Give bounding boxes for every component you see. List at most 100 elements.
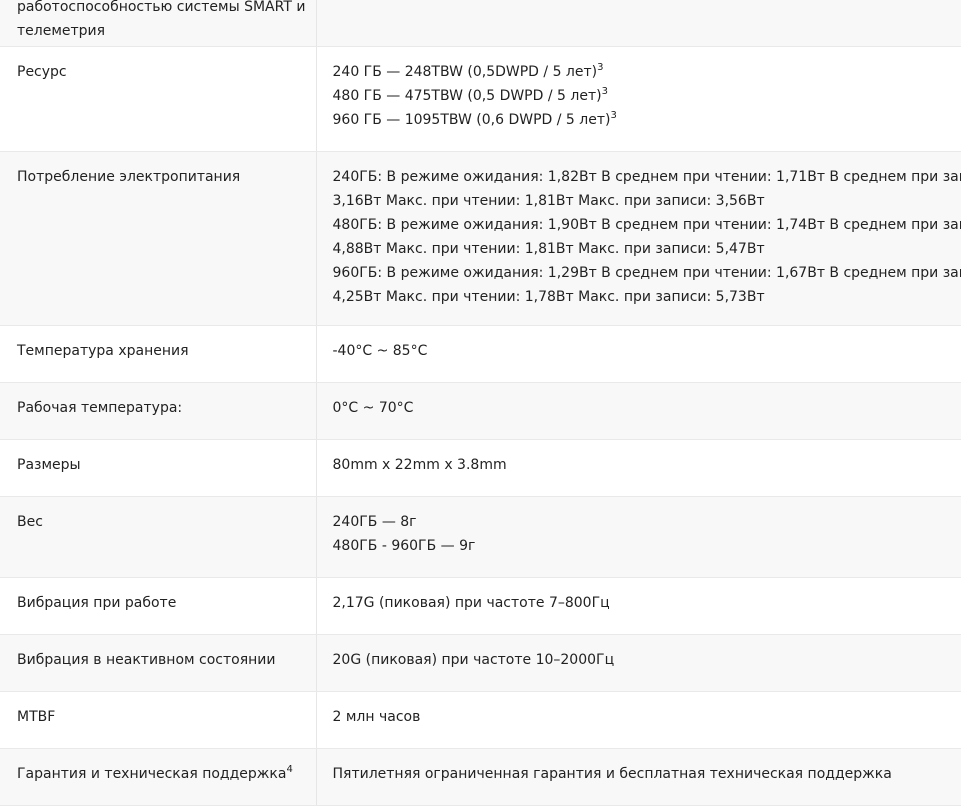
spec-label-text: Гарантия и техническая поддержка bbox=[17, 766, 286, 782]
spec-label-text: Вес bbox=[17, 514, 43, 530]
spec-value-text: 240ГБ: В режиме ожидания: 1,82Вт В средн… bbox=[333, 169, 961, 185]
spec-row: Вибрация при работе 2,17G (пиковая) при ч… bbox=[0, 578, 961, 635]
spec-value-line: -40°C ~ 85°C bbox=[333, 339, 952, 363]
spec-value-text: Пятилетняя ограниченная гарантия и беспл… bbox=[333, 766, 892, 782]
spec-value-line: 4,88Вт Макс. при чтении: 1,81Вт Макс. пр… bbox=[333, 237, 952, 261]
spec-value-line: 240ГБ — 8г bbox=[333, 510, 952, 534]
spec-label-cell: Потребление электропитания bbox=[0, 152, 316, 326]
spec-table-body: работоспособностью системы SMART ителеме… bbox=[0, 0, 961, 806]
spec-value-line: 480ГБ: В режиме ожидания: 1,90Вт В средн… bbox=[333, 213, 952, 237]
spec-label-cell: Ресурс bbox=[0, 47, 316, 152]
spec-label: Ресурс bbox=[17, 60, 316, 84]
spec-value-wrap: 240ГБ: В режиме ожидания: 1,82Вт В средн… bbox=[333, 165, 952, 309]
spec-label-text: Вибрация в неактивном состоянии bbox=[17, 652, 276, 668]
spec-label-wrap: Температура хранения bbox=[17, 339, 316, 363]
spec-value-line: 480 ГБ — 475TBW (0,5 DWPD / 5 лет)3 bbox=[333, 84, 952, 108]
spec-value-text: 2 млн часов bbox=[333, 709, 421, 725]
spec-label-line: работоспособностью системы SMART и bbox=[17, 0, 316, 19]
spec-row: Ресурс240 ГБ — 248TBW (0,5DWPD / 5 лет)3… bbox=[0, 47, 961, 152]
spec-value-text: 3,16Вт Макс. при чтении: 1,81Вт Макс. пр… bbox=[333, 193, 765, 209]
spec-label-cell: Рабочая температура: bbox=[0, 383, 316, 440]
spec-value-text: 20G (пиковая) при частоте 10–2000Гц bbox=[333, 652, 615, 668]
spec-value-text: 240 ГБ — 248TBW (0,5DWPD / 5 лет) bbox=[333, 64, 598, 80]
spec-value-cell bbox=[316, 0, 961, 47]
footnote-marker[interactable]: 4 bbox=[286, 764, 292, 775]
spec-label-cell: Вибрация при работе bbox=[0, 578, 316, 635]
spec-label: Вибрация при работе bbox=[17, 591, 316, 615]
spec-label-cell: Гарантия и техническая поддержка4 bbox=[0, 749, 316, 806]
spec-value-text: 480ГБ - 960ГБ — 9г bbox=[333, 538, 476, 554]
spec-table: работоспособностью системы SMART ителеме… bbox=[0, 0, 961, 806]
spec-value-cell: 240ГБ: В режиме ожидания: 1,82Вт В средн… bbox=[316, 152, 961, 326]
spec-label-cell: Температура хранения bbox=[0, 326, 316, 383]
spec-label-cell: Вес bbox=[0, 497, 316, 578]
spec-label-wrap: Вибрация при работе bbox=[17, 591, 316, 615]
spec-value-text: 4,88Вт Макс. при чтении: 1,81Вт Макс. пр… bbox=[333, 241, 765, 257]
spec-value-wrap: 2 млн часов bbox=[333, 705, 952, 729]
spec-label: Вибрация в неактивном состоянии bbox=[17, 648, 316, 672]
spec-label: Рабочая температура: bbox=[17, 396, 316, 420]
spec-value-text: 2,17G (пиковая) при частоте 7–800Гц bbox=[333, 595, 610, 611]
spec-row: Вибрация в неактивном состоянии 20G (пико… bbox=[0, 635, 961, 692]
footnote-marker[interactable]: 3 bbox=[597, 62, 603, 73]
spec-label-text: Рабочая температура: bbox=[17, 400, 182, 416]
spec-row: Размеры 80mm x 22mm x 3.8mm bbox=[0, 440, 961, 497]
spec-value-cell: 80mm x 22mm x 3.8mm bbox=[316, 440, 961, 497]
spec-label-text: Температура хранения bbox=[17, 343, 189, 359]
spec-label: Вес bbox=[17, 510, 316, 534]
spec-label-text: Вибрация при работе bbox=[17, 595, 176, 611]
spec-value-cell: 2 млн часов bbox=[316, 692, 961, 749]
spec-value-wrap: 2,17G (пиковая) при частоте 7–800Гц bbox=[333, 591, 952, 615]
spec-value-line: 4,25Вт Макс. при чтении: 1,78Вт Макс. пр… bbox=[333, 285, 952, 309]
spec-label-wrap: Размеры bbox=[17, 453, 316, 477]
spec-value-wrap: 0°C ~ 70°C bbox=[333, 396, 952, 420]
spec-value-cell: 2,17G (пиковая) при частоте 7–800Гц bbox=[316, 578, 961, 635]
spec-value-cell: Пятилетняя ограниченная гарантия и беспл… bbox=[316, 749, 961, 806]
spec-value-cell: 20G (пиковая) при частоте 10–2000Гц bbox=[316, 635, 961, 692]
spec-value-line: 960 ГБ — 1095TBW (0,6 DWPD / 5 лет)3 bbox=[333, 108, 952, 132]
spec-row: Гарантия и техническая поддержка4 Пятилет… bbox=[0, 749, 961, 806]
spec-value-cell: 240 ГБ — 248TBW (0,5DWPD / 5 лет)3480 ГБ… bbox=[316, 47, 961, 152]
spec-value-line: 3,16Вт Макс. при чтении: 1,81Вт Макс. пр… bbox=[333, 189, 952, 213]
spec-label-wrap: Вибрация в неактивном состоянии bbox=[17, 648, 316, 672]
spec-value-line: 240ГБ: В режиме ожидания: 1,82Вт В средн… bbox=[333, 165, 952, 189]
spec-label-cell: Размеры bbox=[0, 440, 316, 497]
spec-value-line: 2,17G (пиковая) при частоте 7–800Гц bbox=[333, 591, 952, 615]
footnote-marker[interactable]: 3 bbox=[610, 110, 616, 121]
spec-label-wrap: MTBF bbox=[17, 705, 316, 729]
spec-row: MTBF 2 млн часов bbox=[0, 692, 961, 749]
spec-value-wrap: 240ГБ — 8г 480ГБ - 960ГБ — 9г bbox=[333, 510, 952, 558]
spec-row: Потребление электропитания 240ГБ: В режим… bbox=[0, 152, 961, 326]
footnote-marker[interactable]: 3 bbox=[602, 86, 608, 97]
spec-label-line: телеметрия bbox=[17, 19, 316, 43]
spec-label-wrap: Гарантия и техническая поддержка4 bbox=[17, 762, 316, 786]
spec-value-wrap: 240 ГБ — 248TBW (0,5DWPD / 5 лет)3480 ГБ… bbox=[333, 60, 952, 132]
spec-label-text: MTBF bbox=[17, 709, 55, 725]
spec-label: Температура хранения bbox=[17, 339, 316, 363]
spec-value-text: 480ГБ: В режиме ожидания: 1,90Вт В средн… bbox=[333, 217, 961, 233]
spec-label: Потребление электропитания bbox=[17, 165, 316, 189]
spec-value-line: Пятилетняя ограниченная гарантия и беспл… bbox=[333, 762, 952, 786]
spec-value-text: 960 ГБ — 1095TBW (0,6 DWPD / 5 лет) bbox=[333, 112, 611, 128]
spec-value-wrap: 20G (пиковая) при частоте 10–2000Гц bbox=[333, 648, 952, 672]
spec-value-wrap: Пятилетняя ограниченная гарантия и беспл… bbox=[333, 762, 952, 786]
spec-value-line: 240 ГБ — 248TBW (0,5DWPD / 5 лет)3 bbox=[333, 60, 952, 84]
spec-label: MTBF bbox=[17, 705, 316, 729]
spec-label-text: Размеры bbox=[17, 457, 81, 473]
spec-value-text: 480 ГБ — 475TBW (0,5 DWPD / 5 лет) bbox=[333, 88, 602, 104]
spec-value-text: 240ГБ — 8г bbox=[333, 514, 417, 530]
spec-value-text: 4,25Вт Макс. при чтении: 1,78Вт Макс. пр… bbox=[333, 289, 765, 305]
spec-value-line: 20G (пиковая) при частоте 10–2000Гц bbox=[333, 648, 952, 672]
spec-value-cell: 0°C ~ 70°C bbox=[316, 383, 961, 440]
spec-value-line: 2 млн часов bbox=[333, 705, 952, 729]
spec-label-cell: MTBF bbox=[0, 692, 316, 749]
spec-value-cell: 240ГБ — 8г 480ГБ - 960ГБ — 9г bbox=[316, 497, 961, 578]
spec-label-wrap: Рабочая температура: bbox=[17, 396, 316, 420]
spec-label-wrap: Вес bbox=[17, 510, 316, 534]
spec-label-text: Потребление электропитания bbox=[17, 169, 240, 185]
spec-label: Гарантия и техническая поддержка4 bbox=[17, 762, 316, 786]
spec-label-cell: работоспособностью системы SMART ителеме… bbox=[0, 0, 316, 47]
spec-label-cell: Вибрация в неактивном состоянии bbox=[0, 635, 316, 692]
spec-value-wrap: -40°C ~ 85°C bbox=[333, 339, 952, 363]
spec-label: Размеры bbox=[17, 453, 316, 477]
